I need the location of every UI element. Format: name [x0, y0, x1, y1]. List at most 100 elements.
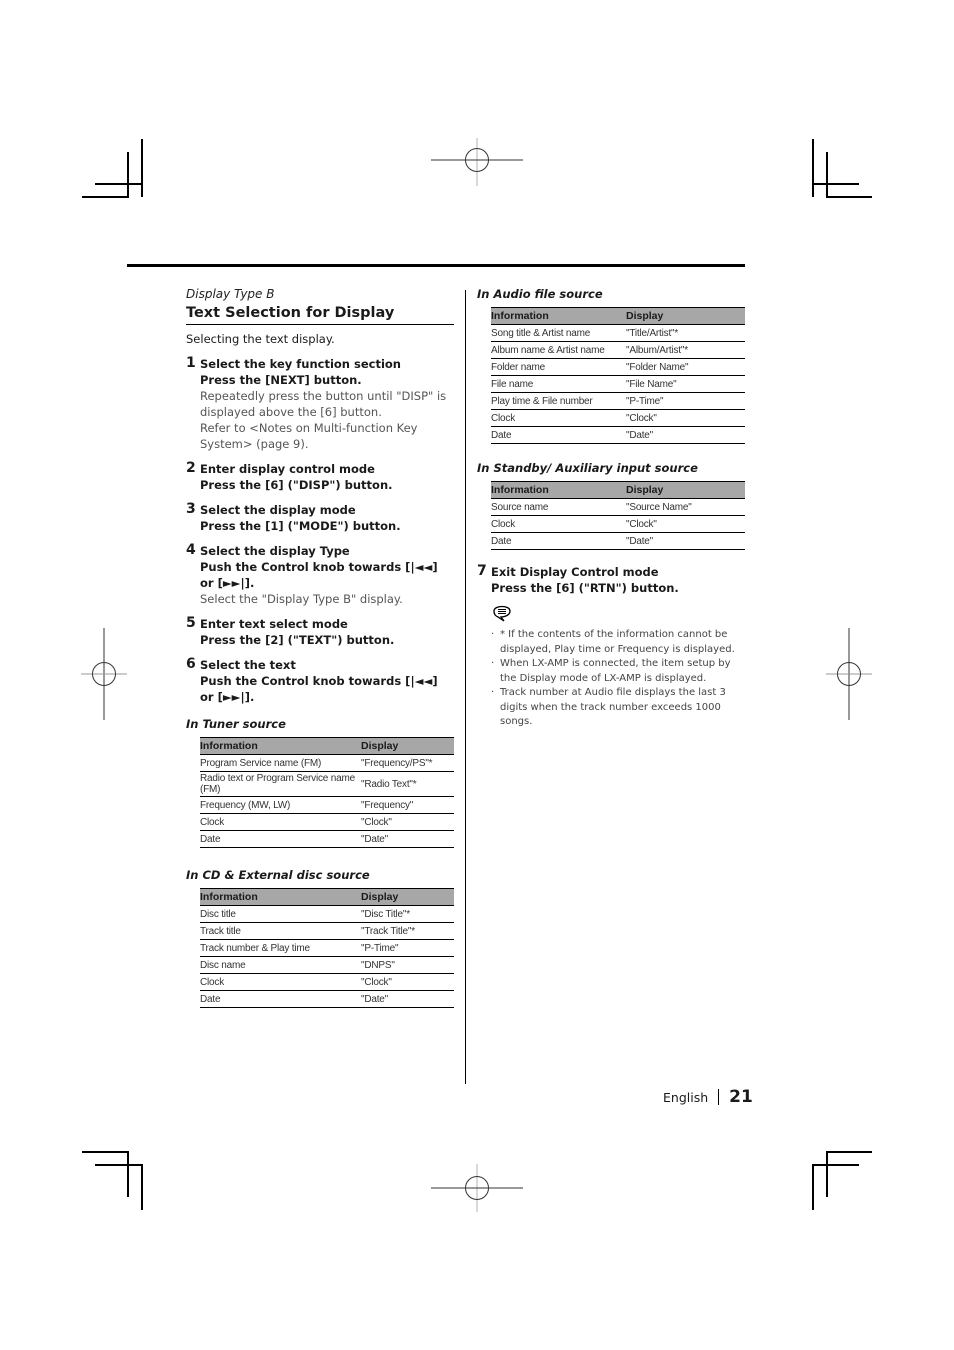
display-cell: "Title/Artist"*	[626, 324, 745, 342]
table-header-row: Information Display	[491, 481, 745, 499]
table-row: Date "Date"	[200, 830, 454, 848]
information-cell: Clock	[200, 813, 361, 831]
display-cell: "Frequency"	[361, 796, 454, 814]
crop-mark	[812, 1164, 859, 1166]
table-row: Clock "Clock"	[491, 515, 745, 533]
standby-source-heading: In Standby/ Auxiliary input source	[477, 461, 698, 475]
display-cell: "Radio Text"*	[361, 771, 454, 797]
cd-table: Information Display Disc title "Disc Title"…	[200, 888, 454, 1008]
column-header: Information	[200, 888, 361, 906]
information-cell: Frequency (MW, LW)	[200, 796, 361, 814]
page-footer: English 21	[663, 1087, 753, 1107]
display-cell: "File Name"	[626, 375, 745, 393]
step-6: 6 Select the text Push the Control knob …	[186, 656, 454, 705]
step-4: 4 Select the display Type Push the Contr…	[186, 542, 454, 607]
table-row: Clock "Clock"	[491, 409, 745, 427]
note-item: * If the contents of the information can…	[491, 628, 746, 657]
information-cell: Clock	[491, 515, 626, 533]
note-item: Track number at Audio file displays the …	[491, 686, 746, 730]
display-cell: "Source Name"	[626, 498, 745, 516]
information-cell: Play time & File number	[491, 392, 626, 410]
step-number: 7	[477, 563, 487, 579]
crop-mark	[127, 1151, 129, 1197]
right-column: In Audio file source Information Display S…	[477, 287, 746, 730]
table-row: Source name "Source Name"	[491, 498, 745, 516]
registration-mark-icon	[431, 1164, 523, 1212]
crop-mark	[826, 1151, 872, 1153]
tuner-table: Information Display Program Service name (…	[200, 737, 454, 848]
step-title: Exit Display Control mode	[491, 565, 659, 579]
display-cell: "P-Time"	[361, 939, 454, 957]
step-number: 2	[186, 460, 196, 476]
step-1: 1 Select the key function section Press …	[186, 355, 454, 452]
display-cell: "Date"	[626, 532, 745, 550]
standby-table: Information Display Source name "Source Nam…	[491, 481, 745, 550]
information-cell: Date	[200, 990, 361, 1008]
crop-mark	[826, 152, 828, 198]
table-row: Clock "Clock"	[200, 813, 454, 831]
table-row: Date "Date"	[200, 990, 454, 1008]
crop-mark	[812, 1164, 814, 1210]
column-header: Information	[200, 737, 361, 755]
table-header-row: Information Display	[491, 307, 745, 325]
step-2: 2 Enter display control mode Press the […	[186, 460, 454, 493]
information-cell: Track number & Play time	[200, 939, 361, 957]
table-row: Disc name "DNPS"	[200, 956, 454, 974]
information-cell: Radio text or Program Service name (FM)	[200, 771, 361, 797]
crop-mark	[812, 139, 814, 197]
step-number: 3	[186, 501, 196, 517]
information-cell: Disc name	[200, 956, 361, 974]
notes-list: * If the contents of the information can…	[491, 628, 746, 730]
page-title: Text Selection for Display	[186, 304, 454, 325]
column-header: Information	[491, 307, 626, 325]
information-cell: Clock	[200, 973, 361, 991]
step-note: Select the "Display Type B" display.	[200, 592, 403, 606]
tuner-source-heading: In Tuner source	[186, 717, 286, 731]
display-cell: "Date"	[626, 426, 745, 444]
step-action: Press the [6] ("RTN") button.	[491, 581, 679, 595]
audio-table: Information Display Song title & Artist na…	[491, 307, 745, 444]
step-action: Press the [NEXT] button.	[200, 373, 362, 387]
table-row: Date "Date"	[491, 426, 745, 444]
step-title: Select the key function section	[200, 357, 401, 371]
page-number: 21	[729, 1087, 753, 1107]
left-column: Display Type B Text Selection for Displa…	[186, 287, 454, 1008]
display-cell: "Folder Name"	[626, 358, 745, 376]
crop-mark	[812, 183, 859, 185]
footer-language: English	[663, 1089, 709, 1105]
display-cell: "Disc Title"*	[361, 905, 454, 923]
registration-mark-icon	[431, 138, 523, 186]
display-cell: "Track Title"*	[361, 922, 454, 940]
crop-mark	[95, 1164, 143, 1166]
crop-mark	[141, 1164, 143, 1210]
column-header: Display	[626, 481, 745, 499]
display-cell: "Album/Artist"*	[626, 341, 745, 359]
crop-mark	[82, 1151, 129, 1153]
step-number: 5	[186, 615, 196, 631]
step-number: 4	[186, 542, 196, 558]
registration-mark-icon	[826, 628, 872, 720]
table-row: Folder name "Folder Name"	[491, 358, 745, 376]
step-note: Refer to <Notes on Multi-function Key Sy…	[200, 421, 418, 451]
information-cell: Clock	[491, 409, 626, 427]
step-title: Enter text select mode	[200, 617, 348, 631]
display-cell: "Clock"	[361, 813, 454, 831]
information-cell: Date	[491, 532, 626, 550]
table-header-row: Information Display	[200, 737, 454, 755]
table-row: Album name & Artist name "Album/Artist"*	[491, 341, 745, 359]
crop-mark	[826, 1151, 828, 1197]
information-cell: Folder name	[491, 358, 626, 376]
step-action: Press the [1] ("MODE") button.	[200, 519, 401, 533]
display-cell: "Clock"	[361, 973, 454, 991]
information-cell: Date	[200, 830, 361, 848]
information-cell: Song title & Artist name	[491, 324, 626, 342]
table-header-row: Information Display	[200, 888, 454, 906]
header-rule	[127, 264, 745, 267]
section-label: Display Type B	[186, 287, 275, 301]
audio-source-heading: In Audio file source	[477, 287, 603, 301]
step-title: Select the display Type	[200, 544, 350, 558]
step-title: Select the text	[200, 658, 296, 672]
notes-speech-bubble-icon	[493, 605, 511, 622]
information-cell: Disc title	[200, 905, 361, 923]
table-row: Track title "Track Title"*	[200, 922, 454, 940]
